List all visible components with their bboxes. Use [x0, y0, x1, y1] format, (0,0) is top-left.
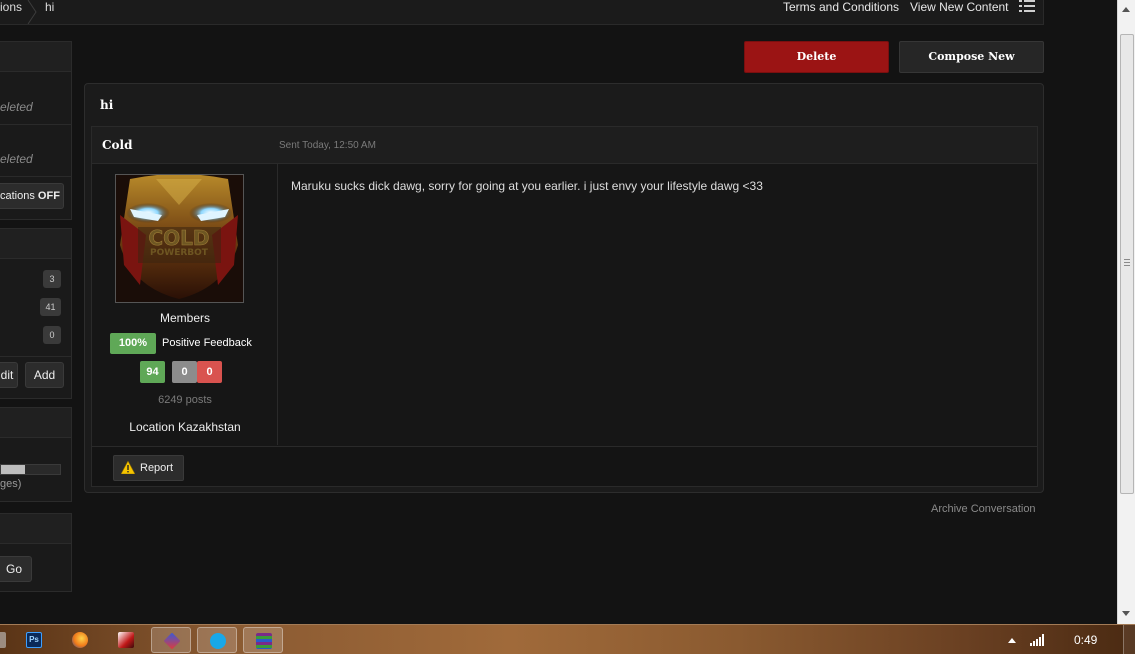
sidebar-divider — [0, 124, 72, 125]
sidebar-box-header — [0, 42, 71, 72]
positive-rep-badge[interactable]: 94 — [140, 361, 165, 383]
author-name[interactable]: Cold — [102, 138, 133, 152]
browser-viewport: ions hi Terms and Conditions View New Co… — [0, 0, 1117, 624]
taskbar-app-game[interactable] — [106, 627, 146, 653]
conversation-panel: hi Cold Sent Today, 12:50 AM COLD POWERB… — [84, 83, 1044, 493]
avatar-logo-text: COLD — [148, 226, 209, 250]
top-nav-bar: ions hi Terms and Conditions View New Co… — [0, 0, 1044, 25]
terms-link[interactable]: Terms and Conditions — [783, 0, 899, 14]
sidebar-box-header — [0, 229, 71, 259]
taskbar-app-firefox[interactable] — [60, 627, 100, 653]
scrollbar-thumb[interactable] — [1120, 34, 1134, 494]
neutral-rep-badge[interactable]: 0 — [172, 361, 197, 383]
skype-icon — [210, 633, 226, 649]
post-footer: Report — [92, 446, 1037, 486]
paint-icon — [163, 632, 181, 650]
conversation-title: hi — [100, 98, 114, 112]
archive-conversation-link[interactable]: Archive Conversation — [931, 503, 1036, 515]
message-body: Maruku sucks dick dawg, sorry for going … — [291, 179, 763, 193]
folder-count-badge: 3 — [43, 270, 61, 288]
storage-progress-bar — [0, 464, 61, 475]
view-new-content-link[interactable]: View New Content — [910, 0, 1009, 14]
notifications-toggle-button[interactable]: cations OFF — [0, 183, 64, 209]
sidebar-deleted-text[interactable]: eleted — [0, 100, 33, 114]
author-location: Location Kazakhstan — [129, 420, 241, 434]
folder-count-badge: 41 — [40, 298, 61, 316]
breadcrumb-chevron-icon — [27, 0, 37, 24]
compose-new-button[interactable]: Compose New — [899, 41, 1044, 73]
post-count: 6249 posts — [158, 394, 212, 406]
warning-icon — [121, 461, 135, 474]
member-group: Members — [159, 311, 210, 325]
sidebar-divider — [0, 176, 72, 177]
network-signal-icon[interactable] — [1030, 634, 1046, 646]
sidebar-box-header — [0, 408, 71, 438]
taskbar-app-photoshop[interactable]: Ps — [14, 627, 54, 653]
storage-progress-fill — [1, 465, 25, 474]
sent-timestamp: Sent Today, 12:50 AM — [279, 140, 376, 151]
folder-count-badge: 0 — [43, 326, 61, 344]
post-header: Cold Sent Today, 12:50 AM — [92, 127, 1037, 164]
author-info-column: COLD POWERBOT Members 100% Positive Feed… — [92, 164, 278, 445]
windows-orb-icon — [0, 632, 6, 648]
iron-man-avatar-image: COLD POWERBOT — [116, 175, 243, 302]
avatar[interactable]: COLD POWERBOT — [115, 174, 244, 303]
grip-line — [1124, 265, 1130, 266]
grip-line — [1124, 262, 1130, 263]
sidebar-divider — [0, 356, 72, 357]
go-button[interactable]: Go — [0, 556, 32, 582]
scroll-down-arrow-icon[interactable] — [1122, 611, 1130, 616]
scroll-up-arrow-icon[interactable] — [1122, 7, 1130, 12]
sidebar-box-header — [0, 514, 71, 544]
breadcrumb-parent[interactable]: ions — [0, 0, 22, 24]
report-label: Report — [140, 462, 174, 474]
negative-rep-badge[interactable]: 0 — [197, 361, 222, 383]
list-icon[interactable] — [1019, 0, 1035, 12]
archive-icon — [256, 633, 272, 649]
breadcrumb-current[interactable]: hi — [45, 0, 54, 24]
start-button[interactable] — [0, 627, 10, 653]
taskbar-app-paint[interactable] — [151, 627, 191, 653]
photoshop-icon: Ps — [26, 632, 42, 648]
show-desktop-button[interactable] — [1123, 625, 1135, 654]
game-icon — [118, 632, 134, 648]
show-hidden-icons-arrow-icon[interactable] — [1008, 638, 1016, 643]
taskbar-app-skype[interactable] — [197, 627, 237, 653]
clock[interactable]: 0:49 — [1074, 633, 1097, 647]
edit-folders-button[interactable]: dit — [0, 362, 18, 388]
delete-button[interactable]: Delete — [744, 41, 889, 73]
avatar-logo-subtext: POWERBOT — [150, 248, 209, 258]
storage-usage-text: ges) — [0, 478, 22, 490]
report-button[interactable]: Report — [113, 455, 184, 481]
vertical-scrollbar[interactable] — [1117, 0, 1135, 624]
taskbar-app-archive[interactable] — [243, 627, 283, 653]
feedback-label[interactable]: Positive Feedback — [162, 337, 252, 349]
add-folder-button[interactable]: Add — [25, 362, 64, 388]
sidebar-deleted-text[interactable]: eleted — [0, 152, 33, 166]
message-post: Cold Sent Today, 12:50 AM COLD POWERBOT … — [91, 126, 1038, 487]
grip-line — [1124, 259, 1130, 260]
firefox-icon — [72, 632, 88, 648]
taskbar: Ps 0:49 — [0, 624, 1135, 654]
feedback-percent-badge[interactable]: 100% — [110, 333, 156, 354]
